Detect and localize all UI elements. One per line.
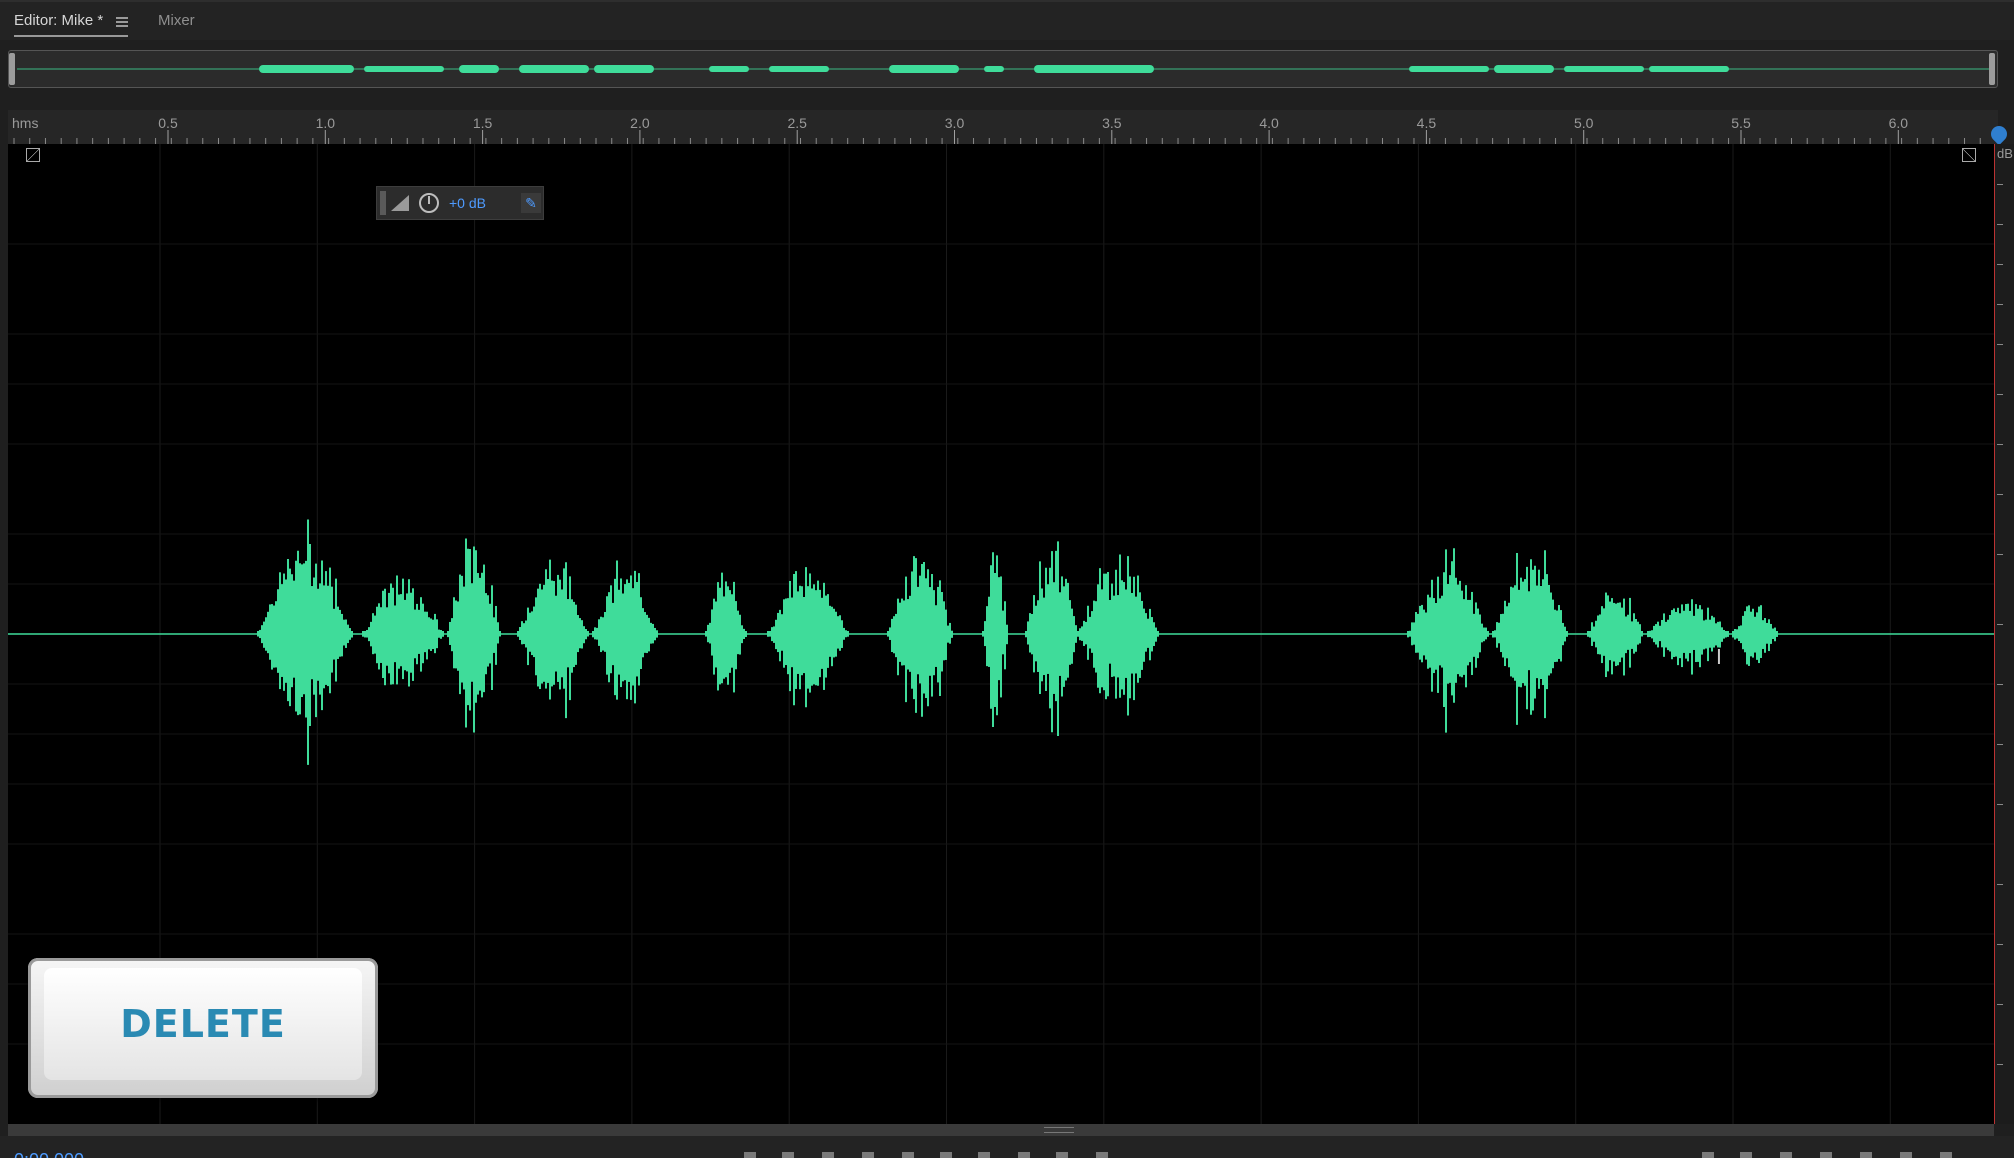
ibeam-cursor-icon: I	[1716, 645, 1722, 669]
meter-tick	[1997, 264, 2003, 265]
meter-tick	[1997, 394, 2003, 395]
ruler-tick-label: 1.5	[472, 115, 493, 131]
ruler-tick-label: 3.5	[1102, 115, 1122, 131]
ruler-tick-label: 1.0	[315, 115, 336, 131]
meter-tick	[1997, 224, 2003, 225]
ruler-tick-label: 2.0	[630, 115, 650, 131]
zoom-out-amplitude-icon[interactable]	[1740, 1152, 1752, 1158]
stop-icon[interactable]	[744, 1152, 756, 1158]
tab-mixer[interactable]: Mixer	[158, 12, 195, 29]
ruler-tick-label: 4.5	[1416, 115, 1437, 131]
skip-selection-icon[interactable]	[1096, 1152, 1108, 1158]
waveform-overview[interactable]	[8, 50, 1998, 88]
transport-bar: 0:00.000	[0, 1136, 2014, 1158]
pin-icon[interactable]: ✎	[521, 193, 541, 213]
amplitude-ruler: dB	[1994, 144, 2014, 1124]
overview-right-handle[interactable]	[1989, 53, 1995, 85]
meter-tick	[1997, 554, 2003, 555]
zoom-in-amplitude-icon[interactable]	[1702, 1152, 1714, 1158]
rewind-icon[interactable]	[902, 1152, 914, 1158]
loop-icon[interactable]	[1056, 1152, 1068, 1158]
meter-tick	[1997, 804, 2003, 805]
meter-tick	[1997, 944, 2003, 945]
horizontal-scrollbar[interactable]	[8, 1124, 1994, 1136]
active-tab-indicator	[14, 35, 128, 37]
zoom-playhead-icon[interactable]	[1940, 1152, 1952, 1158]
meter-tick	[1997, 184, 2003, 185]
ruler-tick-label: 6.0	[1888, 115, 1909, 131]
zoom-in-time-icon[interactable]	[1780, 1152, 1792, 1158]
fade-in-icon[interactable]	[26, 148, 40, 162]
hud-grip[interactable]	[380, 191, 386, 215]
panel-tab-bar: Editor: Mike * Mixer	[0, 0, 2014, 40]
skip-forward-icon[interactable]	[978, 1152, 990, 1158]
meter-tick	[1997, 444, 2003, 445]
ruler-tick-label: 3.0	[944, 115, 965, 131]
meter-tick	[1997, 744, 2003, 745]
ruler-ticks	[13, 130, 1981, 144]
ruler-tick-label: 2.5	[787, 115, 807, 131]
fade-out-icon[interactable]	[1962, 148, 1976, 162]
knob-icon[interactable]	[419, 193, 439, 213]
meter-tick	[1997, 1064, 2003, 1065]
volume-hud: +0 dB ✎	[376, 186, 544, 220]
zoom-selection-icon[interactable]	[1900, 1152, 1912, 1158]
ruler-tick-label: 5.0	[1573, 115, 1594, 131]
meter-tick	[1997, 304, 2003, 305]
waveform-bursts	[257, 519, 1778, 765]
meter-tick	[1997, 684, 2003, 685]
zoom-out-time-icon[interactable]	[1820, 1152, 1832, 1158]
meter-tick	[1997, 1004, 2003, 1005]
meter-tick	[1997, 344, 2003, 345]
play-icon[interactable]	[782, 1152, 794, 1158]
overview-waveform	[17, 65, 1989, 73]
ruler-tick-label: 4.0	[1259, 115, 1279, 131]
ruler-tick-label: 5.5	[1731, 115, 1751, 131]
meter-tick	[1997, 884, 2003, 885]
tab-editor[interactable]: Editor: Mike *	[14, 12, 103, 29]
time-ruler[interactable]: hms 0.5 1.0 1.5 2.0 2.5 3.0 3.5 4.0 4.5 5.0 5.5 6.0	[8, 110, 2011, 146]
delete-key-face: DELETE	[44, 968, 362, 1080]
timecode-display[interactable]: 0:00.000	[14, 1150, 84, 1158]
pause-icon[interactable]	[822, 1152, 834, 1158]
menu-icon[interactable]	[116, 17, 128, 27]
scroll-grip[interactable]	[1044, 1127, 1074, 1133]
meter-unit-label: dB	[1997, 146, 2013, 161]
ramp-icon	[391, 195, 409, 211]
zoom-full-icon[interactable]	[1860, 1152, 1872, 1158]
overview-left-handle[interactable]	[9, 53, 15, 85]
skip-back-icon[interactable]	[862, 1152, 874, 1158]
meter-tick	[1997, 624, 2003, 625]
delete-key-overlay: DELETE	[28, 958, 378, 1098]
ruler-unit-label: hms	[12, 115, 39, 131]
volume-value[interactable]: +0 dB	[449, 195, 486, 211]
record-icon[interactable]	[1018, 1152, 1030, 1158]
delete-key-label: DELETE	[120, 1002, 286, 1046]
fast-forward-icon[interactable]	[940, 1152, 952, 1158]
meter-tick	[1997, 494, 2003, 495]
ruler-tick-label: 0.5	[158, 115, 178, 131]
audition-editor-window: Editor: Mike * Mixer hms 0.5 1.0 1.5 2.0…	[0, 0, 2014, 1158]
